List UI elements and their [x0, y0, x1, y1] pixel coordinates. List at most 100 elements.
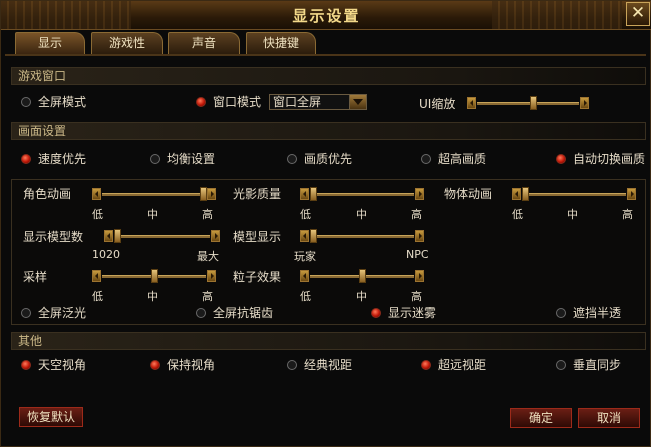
arrow-right-icon[interactable] [627, 188, 636, 200]
tick-mid: 中 [567, 208, 578, 221]
arrow-right-icon[interactable] [580, 97, 589, 109]
radio-label: 天空视角 [38, 358, 87, 372]
title-bar: 显示设置 ✕ [1, 1, 651, 30]
arrow-right-icon[interactable] [207, 270, 216, 282]
slider-thumb[interactable] [359, 269, 366, 283]
radio-dot [371, 308, 381, 318]
ui-scale-slider[interactable] [467, 96, 589, 110]
tick-min: 1020 [92, 248, 120, 261]
section-other: 其他 [11, 332, 646, 350]
radio-dot [21, 154, 31, 164]
slider-track [310, 235, 414, 238]
arrow-right-icon[interactable] [211, 230, 220, 242]
radio-label: 画质优先 [304, 152, 353, 166]
arrow-left-icon[interactable] [300, 270, 309, 282]
section-quality: 画面设置 [11, 122, 646, 140]
arrow-left-icon[interactable] [300, 188, 309, 200]
slider-thumb[interactable] [200, 187, 207, 201]
tick-npc: NPC [406, 248, 429, 261]
tick-max: 最大 [197, 250, 219, 263]
particles-slider[interactable] [300, 269, 424, 283]
tab-gameplay[interactable]: 游戏性 [91, 32, 163, 54]
slider-track [477, 102, 579, 105]
lighting-slider[interactable] [300, 187, 424, 201]
arrow-left-icon[interactable] [300, 230, 309, 242]
tab-divider [5, 54, 646, 56]
slider-track [310, 193, 414, 196]
radio-dot [150, 360, 160, 370]
radio-label: 经典视距 [304, 358, 353, 372]
slider-thumb[interactable] [310, 187, 317, 201]
tick-high: 高 [202, 290, 213, 303]
tick-high: 高 [411, 290, 422, 303]
tick-low: 低 [300, 208, 311, 221]
tick-mid: 中 [147, 290, 158, 303]
tab-display[interactable]: 显示 [15, 32, 85, 54]
radio-dot [287, 154, 297, 164]
tab-sound[interactable]: 声音 [168, 32, 240, 54]
arrow-right-icon[interactable] [415, 270, 424, 282]
arrow-right-icon[interactable] [415, 230, 424, 242]
model-count-slider[interactable] [104, 229, 220, 243]
sampling-label: 采样 [23, 270, 48, 284]
model-count-label: 显示模型数 [23, 230, 84, 244]
radio-dot [150, 154, 160, 164]
arrow-left-icon[interactable] [467, 97, 476, 109]
radio-fullscreen-dot [21, 97, 31, 107]
radio-label: 速度优先 [38, 152, 87, 166]
radio-label: 自动切换画质 [573, 152, 646, 166]
radio-dot [421, 360, 431, 370]
role-anim-label: 角色动画 [23, 187, 72, 201]
model-display-label: 模型显示 [233, 230, 282, 244]
tick-low: 低 [92, 290, 103, 303]
object-anim-slider[interactable] [512, 187, 636, 201]
close-button[interactable]: ✕ [626, 2, 650, 26]
settings-window: 显示设置 ✕ 显示 游戏性 声音 快捷键 游戏窗口 全屏模式 窗口模式 窗口全屏… [0, 0, 651, 447]
tick-high: 高 [622, 208, 633, 221]
arrow-left-icon[interactable] [92, 188, 101, 200]
tab-hotkeys[interactable]: 快捷键 [246, 32, 316, 54]
tick-high: 高 [202, 208, 213, 221]
object-anim-label: 物体动画 [444, 187, 493, 201]
arrow-left-icon[interactable] [512, 188, 521, 200]
radio-dot [556, 154, 566, 164]
slider-track [114, 235, 210, 238]
restore-defaults-button[interactable]: 恢复默认 [19, 407, 83, 427]
radio-dot [196, 308, 206, 318]
ok-button[interactable]: 确定 [510, 408, 572, 428]
role-anim-slider[interactable] [92, 187, 216, 201]
lighting-label: 光影质量 [233, 187, 282, 201]
radio-label: 超高画质 [438, 152, 487, 166]
tick-player: 玩家 [294, 250, 316, 263]
radio-label: 全屏抗锯齿 [213, 306, 274, 320]
window-title: 显示设置 [292, 7, 361, 25]
cancel-button[interactable]: 取消 [578, 408, 640, 428]
window-mode-dropdown[interactable]: 窗口全屏 [269, 94, 367, 110]
radio-dot [556, 360, 566, 370]
radio-dot [556, 308, 566, 318]
arrow-right-icon[interactable] [415, 188, 424, 200]
radio-label: 显示迷雾 [388, 306, 437, 320]
sampling-slider[interactable] [92, 269, 216, 283]
slider-thumb[interactable] [151, 269, 158, 283]
slider-thumb[interactable] [114, 229, 121, 243]
slider-thumb[interactable] [529, 96, 537, 110]
chevron-down-icon[interactable] [349, 95, 366, 109]
arrow-left-icon[interactable] [104, 230, 113, 242]
model-display-slider[interactable] [300, 229, 424, 243]
tick-low: 低 [512, 208, 523, 221]
radio-label: 遮挡半透 [573, 306, 622, 320]
radio-dot [287, 360, 297, 370]
arrow-right-icon[interactable] [207, 188, 216, 200]
particles-label: 粒子效果 [233, 270, 282, 284]
ui-scale-label: UI缩放 [419, 97, 456, 111]
slider-thumb[interactable] [310, 229, 317, 243]
slider-thumb[interactable] [522, 187, 529, 201]
tick-high: 高 [411, 208, 422, 221]
slider-track [102, 193, 206, 196]
arrow-left-icon[interactable] [92, 270, 101, 282]
radio-dot [421, 154, 431, 164]
slider-track [522, 193, 626, 196]
tick-mid: 中 [356, 290, 367, 303]
tick-mid: 中 [356, 208, 367, 221]
